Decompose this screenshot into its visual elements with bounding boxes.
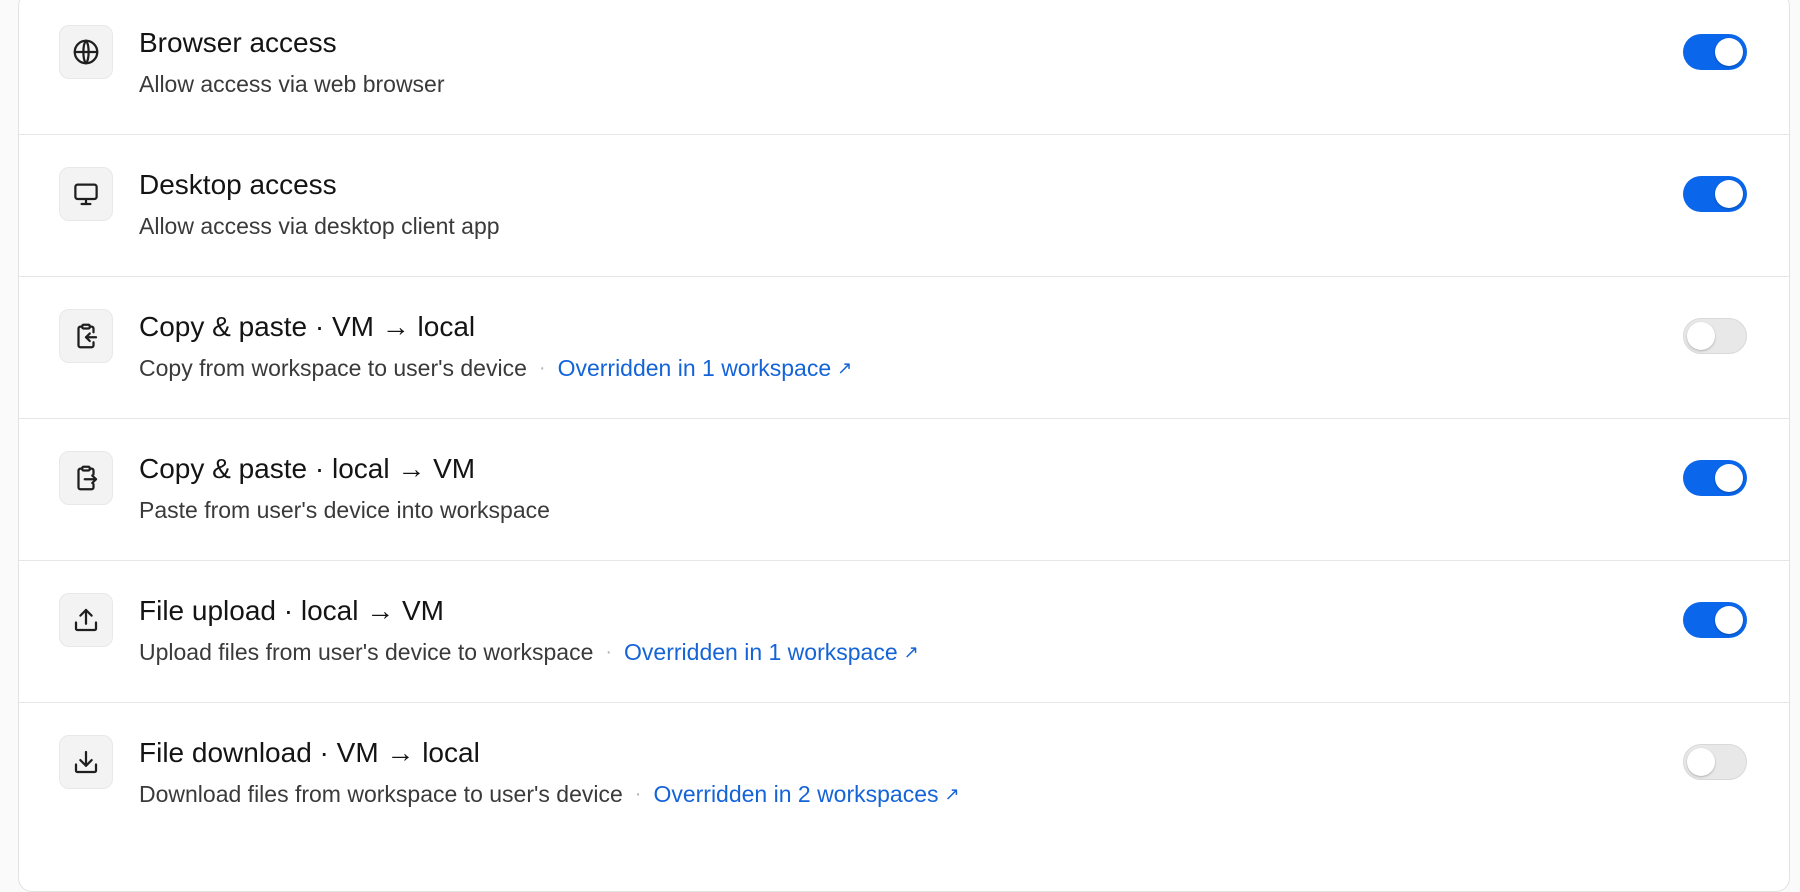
toggle-knob bbox=[1687, 748, 1715, 776]
override-link-label: Overridden in 1 workspace bbox=[557, 355, 832, 381]
separator-dot: · bbox=[538, 357, 546, 379]
setting-description: Upload files from user's device to works… bbox=[139, 639, 594, 665]
toggle-knob bbox=[1687, 322, 1715, 350]
setting-description-line: Allow access via web browser bbox=[139, 71, 445, 98]
separator-dot: · bbox=[634, 783, 642, 805]
clipboard-in-icon bbox=[59, 309, 113, 363]
external-link-icon: ↗ bbox=[837, 358, 853, 378]
setting-description: Download files from workspace to user's … bbox=[139, 781, 623, 807]
setting-title: File upload · local → VM bbox=[139, 595, 445, 626]
setting-title: Copy & paste · local → VM bbox=[139, 453, 476, 484]
override-link[interactable]: Overridden in 1 workspace ↗ bbox=[558, 355, 853, 382]
upload-icon bbox=[59, 593, 113, 647]
toggle-knob bbox=[1715, 464, 1743, 492]
toggle-knob bbox=[1715, 180, 1743, 208]
toggle-copy-local-to-vm[interactable] bbox=[1683, 460, 1747, 496]
settings-panel: Browser access Allow access via web brow… bbox=[18, 0, 1790, 892]
toggle-browser-access[interactable] bbox=[1683, 34, 1747, 70]
setting-description-line: Paste from user's device into workspace bbox=[139, 497, 550, 524]
toggle-desktop-access[interactable] bbox=[1683, 176, 1747, 212]
setting-description: Copy from workspace to user's device bbox=[139, 355, 527, 381]
setting-row-desktop-access: Desktop access Allow access via desktop … bbox=[19, 135, 1789, 277]
setting-title: Browser access bbox=[139, 27, 337, 58]
setting-row-file-download: File download · VM → local Download file… bbox=[19, 703, 1789, 845]
setting-description: Allow access via web browser bbox=[139, 71, 445, 97]
toggle-file-download[interactable] bbox=[1683, 744, 1747, 780]
override-link-label: Overridden in 1 workspace bbox=[624, 639, 898, 665]
setting-description-line: Download files from workspace to user's … bbox=[139, 781, 960, 808]
setting-row-file-upload: File upload · local → VM Upload files fr… bbox=[19, 561, 1789, 703]
clipboard-out-icon bbox=[59, 451, 113, 505]
setting-title: Desktop access bbox=[139, 169, 337, 200]
setting-title: Copy & paste · VM → local bbox=[139, 311, 476, 342]
globe-icon bbox=[59, 25, 113, 79]
setting-description-line: Copy from workspace to user's device · O… bbox=[139, 355, 852, 382]
override-link-label: Overridden in 2 workspaces bbox=[653, 781, 939, 807]
external-link-icon: ↗ bbox=[944, 784, 960, 804]
download-icon bbox=[59, 735, 113, 789]
toggle-knob bbox=[1715, 38, 1743, 66]
external-link-icon: ↗ bbox=[903, 642, 919, 662]
monitor-icon bbox=[59, 167, 113, 221]
setting-row-copy-local-to-vm: Copy & paste · local → VM Paste from use… bbox=[19, 419, 1789, 561]
setting-description: Allow access via desktop client app bbox=[139, 213, 500, 239]
override-link[interactable]: Overridden in 1 workspace ↗ bbox=[624, 639, 919, 666]
setting-description: Paste from user's device into workspace bbox=[139, 497, 550, 523]
setting-row-copy-vm-to-local: Copy & paste · VM → local Copy from work… bbox=[19, 277, 1789, 419]
setting-description-line: Allow access via desktop client app bbox=[139, 213, 500, 240]
toggle-knob bbox=[1715, 606, 1743, 634]
override-link[interactable]: Overridden in 2 workspaces ↗ bbox=[653, 781, 959, 808]
setting-title: File download · VM → local bbox=[139, 737, 480, 768]
toggle-file-upload[interactable] bbox=[1683, 602, 1747, 638]
separator-dot: · bbox=[605, 641, 613, 663]
toggle-copy-vm-to-local[interactable] bbox=[1683, 318, 1747, 354]
setting-row-browser-access: Browser access Allow access via web brow… bbox=[19, 0, 1789, 135]
setting-description-line: Upload files from user's device to works… bbox=[139, 639, 919, 666]
